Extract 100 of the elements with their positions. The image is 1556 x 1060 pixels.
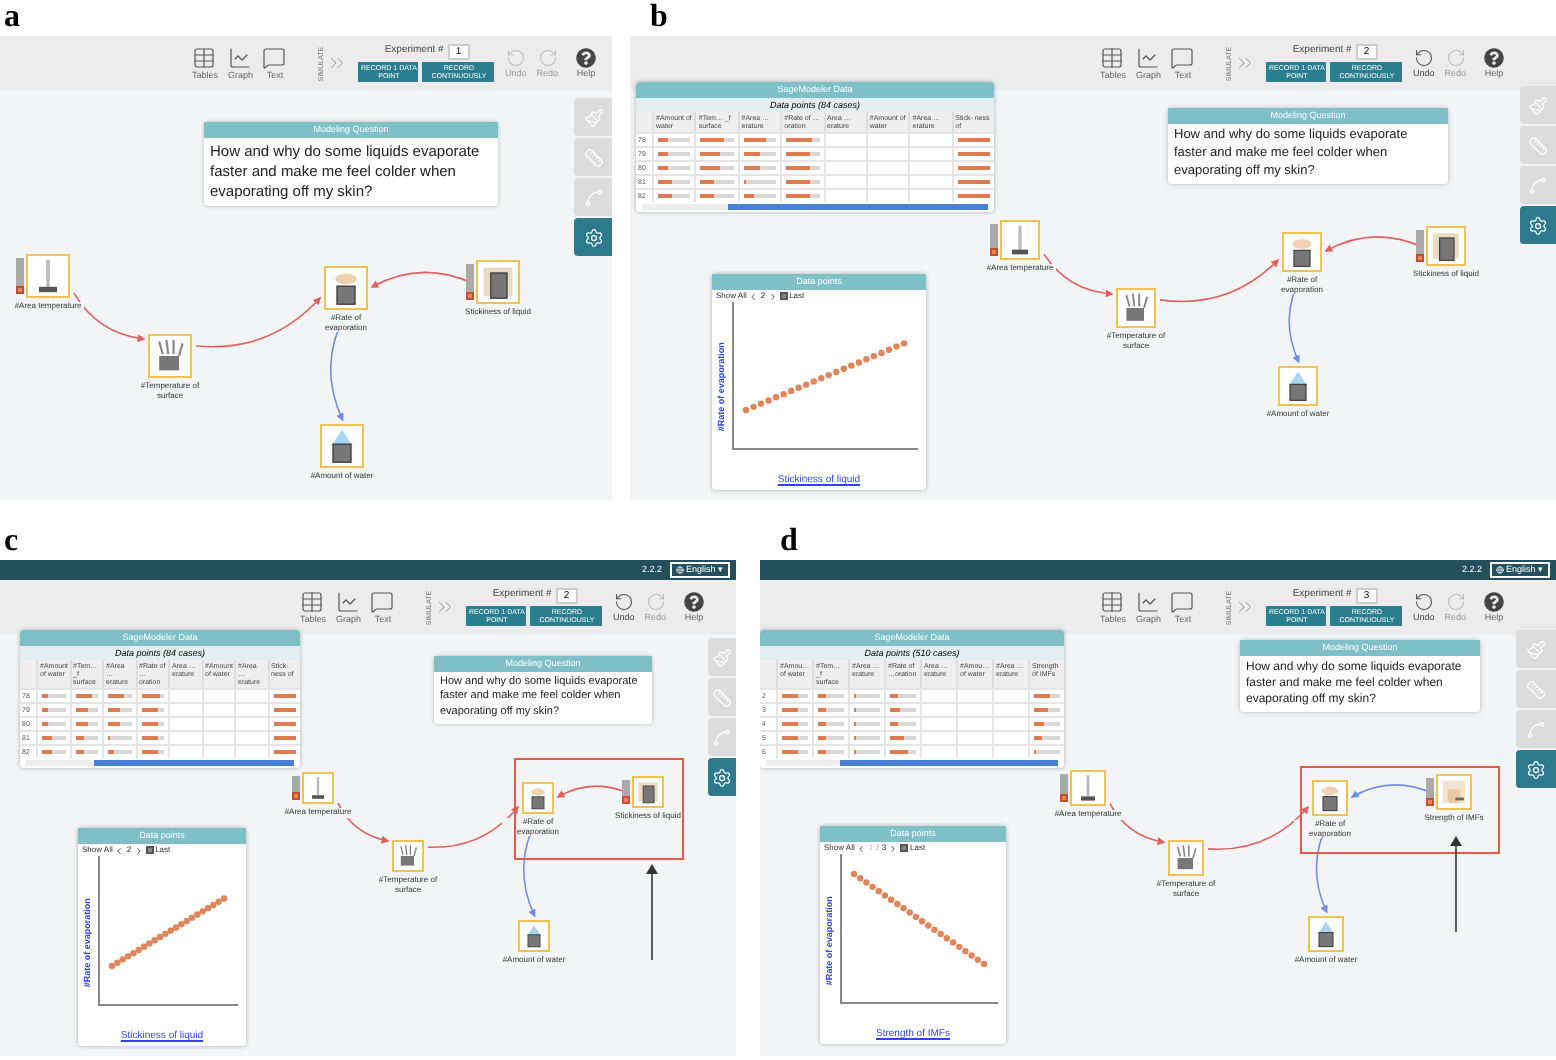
brush-icon <box>712 647 732 667</box>
undo-icon <box>1413 592 1434 612</box>
previous-icon[interactable] <box>114 845 125 855</box>
ruler-icon <box>583 147 603 167</box>
model-node[interactable] <box>522 782 554 814</box>
node-slider[interactable] <box>16 258 24 294</box>
container-icon <box>1430 230 1462 262</box>
model-node[interactable] <box>476 260 520 304</box>
node-slider[interactable] <box>622 780 630 804</box>
brush-icon <box>583 107 603 127</box>
model-node[interactable] <box>1070 770 1106 806</box>
container-icon <box>480 264 516 300</box>
graph-icon <box>336 590 361 614</box>
brush-icon <box>1526 639 1546 659</box>
model-node[interactable] <box>1312 780 1348 816</box>
scrollbar[interactable] <box>766 760 1058 766</box>
tool-button[interactable] <box>708 758 736 796</box>
model-node[interactable] <box>1436 774 1472 810</box>
pointer-arrow <box>646 864 658 960</box>
speech-bubble-icon <box>262 46 287 70</box>
model-node[interactable] <box>1308 916 1344 952</box>
last-checkbox[interactable] <box>779 292 788 300</box>
table-icon <box>1100 590 1125 614</box>
hand-icon <box>152 338 188 374</box>
undo-icon <box>505 48 526 68</box>
last-checkbox[interactable] <box>145 846 154 854</box>
graph-icon <box>228 46 253 70</box>
brush-icon <box>1528 95 1548 115</box>
graph-icon <box>1136 590 1161 614</box>
model-node[interactable] <box>1168 840 1204 876</box>
scrollbar-thumb[interactable] <box>93 760 294 766</box>
node-slider[interactable] <box>990 224 998 256</box>
node-slider[interactable] <box>1416 230 1424 262</box>
next-icon[interactable] <box>767 291 778 301</box>
help-icon <box>684 592 704 612</box>
previous-icon[interactable] <box>748 291 759 301</box>
model-node[interactable] <box>1426 226 1466 266</box>
ruler-icon <box>1528 135 1548 155</box>
model-node[interactable] <box>1000 220 1040 260</box>
thermometer-icon <box>306 776 330 800</box>
water-icon <box>522 924 546 948</box>
scrollbar-thumb[interactable] <box>728 204 988 210</box>
model-node[interactable] <box>1116 288 1156 328</box>
help-icon <box>576 48 596 68</box>
chevrons-icon <box>1234 596 1257 618</box>
curve-icon <box>1526 719 1546 739</box>
settings-icon <box>1528 215 1548 235</box>
tool-button[interactable] <box>1520 206 1556 244</box>
model-node[interactable] <box>1278 366 1318 406</box>
globe-icon <box>1495 566 1504 574</box>
hand-icon <box>396 844 420 868</box>
redo-icon <box>645 592 666 612</box>
speech-bubble-icon <box>1170 590 1195 614</box>
table-icon <box>1100 46 1125 70</box>
panel-letter: b <box>648 0 670 36</box>
jar-icon <box>1440 778 1468 806</box>
container-icon <box>526 786 550 810</box>
curve-icon <box>1528 175 1548 195</box>
tool-button[interactable] <box>574 218 612 256</box>
redo-icon <box>1445 48 1466 68</box>
model-node[interactable] <box>148 334 192 378</box>
node-slider[interactable] <box>1060 774 1068 802</box>
model-node[interactable] <box>632 776 664 808</box>
previous-icon[interactable] <box>856 843 867 853</box>
scrollbar[interactable] <box>26 760 294 766</box>
node-slider[interactable] <box>1426 778 1434 806</box>
curve-icon <box>583 187 603 207</box>
settings-icon <box>712 767 732 787</box>
container-icon <box>1316 784 1344 812</box>
help-icon <box>1484 592 1504 612</box>
model-node[interactable] <box>302 772 334 804</box>
undo-icon <box>1413 48 1434 68</box>
tool-button[interactable] <box>1516 750 1556 788</box>
chevrons-icon <box>434 596 457 618</box>
globe-icon <box>675 566 684 574</box>
speech-bubble-icon <box>1170 46 1195 70</box>
redo-icon <box>537 48 558 68</box>
model-node[interactable] <box>320 424 364 468</box>
last-checkbox[interactable] <box>900 844 909 852</box>
curve-icon <box>712 727 732 747</box>
node-slider[interactable] <box>466 264 474 300</box>
model-node[interactable] <box>324 266 368 310</box>
table-icon <box>300 590 325 614</box>
next-icon[interactable] <box>888 843 899 853</box>
hand-icon <box>1172 844 1200 872</box>
node-slider[interactable] <box>292 776 300 800</box>
model-node[interactable] <box>1282 232 1322 272</box>
container-icon <box>636 780 660 804</box>
model-node[interactable] <box>518 920 550 952</box>
chevrons-icon <box>1234 52 1257 74</box>
model-node[interactable] <box>392 840 424 872</box>
chevrons-icon <box>326 52 349 74</box>
scrollbar-thumb[interactable] <box>839 760 1058 766</box>
next-icon[interactable] <box>133 845 144 855</box>
model-node[interactable] <box>26 254 70 298</box>
settings-icon <box>1526 759 1546 779</box>
scrollbar[interactable] <box>642 204 988 210</box>
settings-icon <box>583 227 603 247</box>
panel-letter: c <box>2 524 21 560</box>
graph-icon <box>1136 46 1161 70</box>
